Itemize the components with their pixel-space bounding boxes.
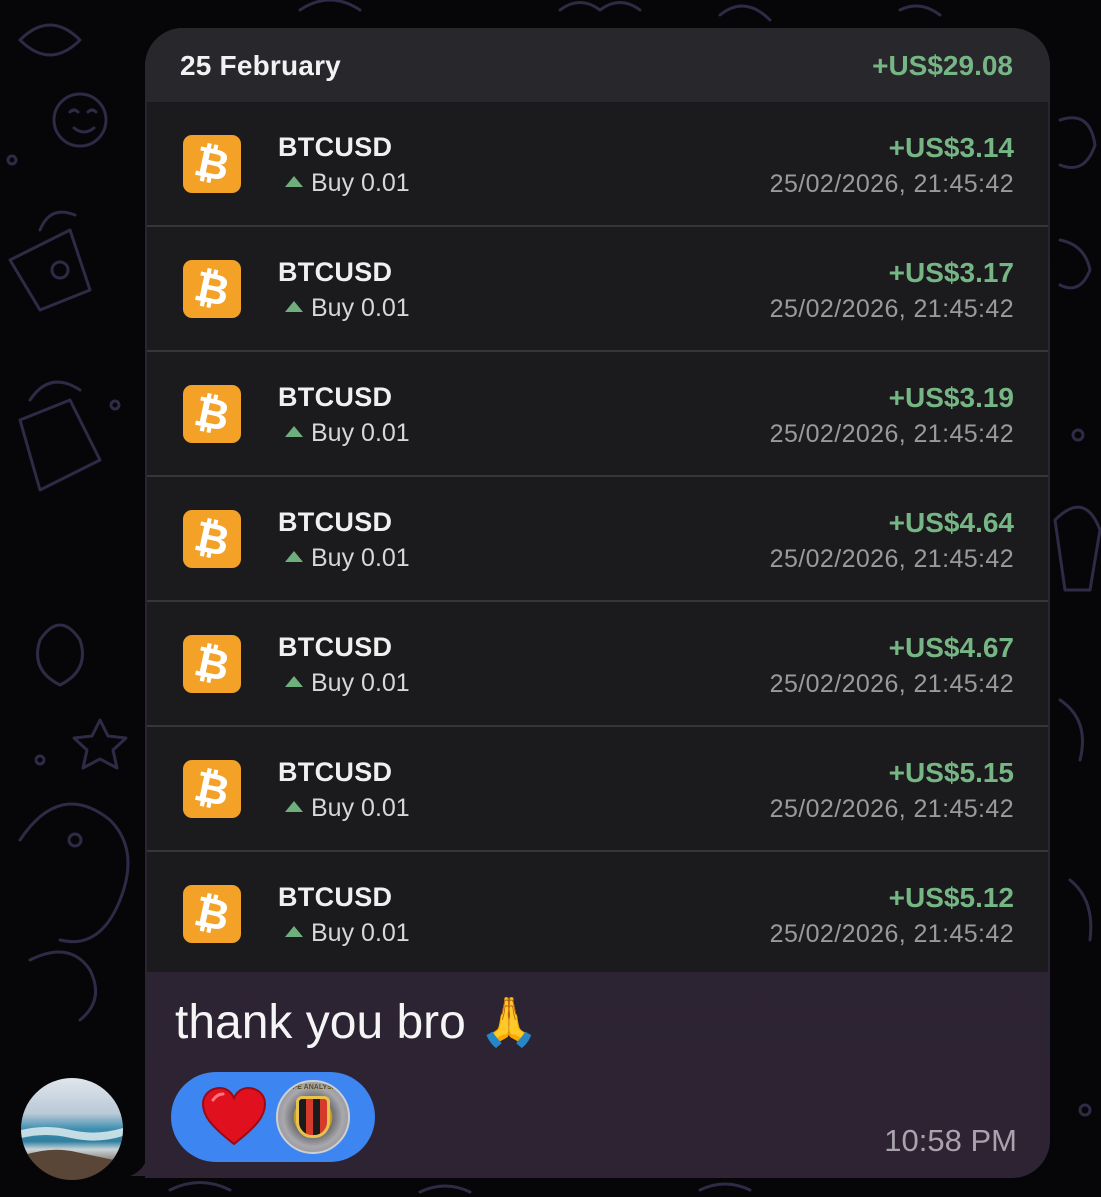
trade-volume: 0.01 (361, 919, 410, 947)
buy-arrow-up-icon (285, 675, 303, 687)
bitcoin-icon: ₿ (183, 885, 241, 943)
bitcoin-icon: ₿ (183, 385, 241, 443)
trade-volume: 0.01 (361, 669, 410, 697)
sender-avatar[interactable] (21, 1078, 123, 1180)
trade-time: 25/02/2026, 21:45:42 (769, 420, 1014, 448)
trade-profit: +US$3.17 (888, 257, 1014, 288)
trade-side: Buy 0.01 (285, 669, 410, 698)
buy-arrow-up-icon (285, 300, 303, 312)
trade-time: 25/02/2026, 21:45:42 (769, 295, 1014, 323)
trade-side: Buy 0.01 (285, 794, 410, 823)
trade-profit: +US$5.12 (888, 882, 1014, 913)
trade-symbol: BTCUSD (278, 632, 393, 662)
trade-symbol: BTCUSD (278, 257, 393, 287)
trade-row[interactable]: ₿ BTCUSD Buy 0.01 +US$3.17 25/02/2026, 2… (147, 227, 1048, 352)
trade-row[interactable]: ₿ BTCUSD Buy 0.01 +US$4.67 25/02/2026, 2… (147, 602, 1048, 727)
summary-date: 25 February (180, 50, 341, 81)
bitcoin-icon: ₿ (183, 510, 241, 568)
trade-list: ₿ BTCUSD Buy 0.01 +US$3.14 25/02/2026, 2… (147, 102, 1048, 972)
bitcoin-icon: ₿ (183, 260, 241, 318)
message-text: thank you bro 🙏 (175, 996, 539, 1049)
trade-symbol: BTCUSD (278, 757, 393, 787)
red-heart-icon (201, 1086, 267, 1146)
buy-arrow-up-icon (285, 925, 303, 937)
trade-row[interactable]: ₿ BTCUSD Buy 0.01 +US$3.14 25/02/2026, 2… (147, 102, 1048, 227)
bitcoin-icon: ₿ (183, 635, 241, 693)
beach-photo (21, 1127, 123, 1180)
trade-side: Buy 0.01 (285, 419, 410, 448)
trade-side: Buy 0.01 (285, 294, 410, 323)
trade-time: 25/02/2026, 21:45:42 (769, 170, 1014, 198)
trade-volume: 0.01 (361, 544, 410, 572)
crest-icon (296, 1096, 330, 1138)
buy-arrow-up-icon (285, 800, 303, 812)
bitcoin-icon: ₿ (183, 135, 241, 193)
trade-symbol: BTCUSD (278, 882, 393, 912)
trade-row[interactable]: ₿ BTCUSD Buy 0.01 +US$4.64 25/02/2026, 2… (147, 477, 1048, 602)
trade-volume: 0.01 (361, 294, 410, 322)
trade-profit: +US$5.15 (888, 757, 1014, 788)
message-bubble[interactable]: 25 February +US$29.08 ₿ BTCUSD Buy 0.01 … (145, 28, 1050, 1178)
bitcoin-icon: ₿ (183, 760, 241, 818)
trade-row[interactable]: ₿ BTCUSD Buy 0.01 +US$3.19 25/02/2026, 2… (147, 352, 1048, 477)
trade-side: Buy 0.01 (285, 919, 410, 948)
trade-profit: +US$3.14 (888, 132, 1014, 163)
buy-arrow-up-icon (285, 550, 303, 562)
trade-time: 25/02/2026, 21:45:42 (769, 670, 1014, 698)
buy-arrow-up-icon (285, 425, 303, 437)
trade-symbol: BTCUSD (278, 507, 393, 537)
trade-profit: +US$4.64 (888, 507, 1014, 538)
trade-row[interactable]: ₿ BTCUSD Buy 0.01 +US$5.15 25/02/2026, 2… (147, 727, 1048, 852)
summary-total-profit: +US$29.08 (872, 50, 1013, 81)
trade-profit: +US$4.67 (888, 632, 1014, 663)
trade-time: 25/02/2026, 21:45:42 (769, 920, 1014, 948)
reactions-pill[interactable]: APE ANALYSIS (171, 1072, 375, 1162)
trade-symbol: BTCUSD (278, 132, 393, 162)
trade-time: 25/02/2026, 21:45:42 (769, 545, 1014, 573)
trade-time: 25/02/2026, 21:45:42 (769, 795, 1014, 823)
trade-side: Buy 0.01 (285, 169, 410, 198)
trade-volume: 0.01 (361, 794, 410, 822)
trade-side: Buy 0.01 (285, 544, 410, 573)
trade-summary-header: 25 February +US$29.08 (145, 28, 1050, 102)
trade-volume: 0.01 (361, 169, 410, 197)
trade-row[interactable]: ₿ BTCUSD Buy 0.01 +US$5.12 25/02/2026, 2… (147, 852, 1048, 972)
trade-symbol: BTCUSD (278, 382, 393, 412)
reactor-avatar[interactable]: APE ANALYSIS (276, 1080, 350, 1154)
buy-arrow-up-icon (285, 175, 303, 187)
trade-profit: +US$3.19 (888, 382, 1014, 413)
trade-volume: 0.01 (361, 419, 410, 447)
message-timestamp: 10:58 PM (884, 1123, 1017, 1158)
